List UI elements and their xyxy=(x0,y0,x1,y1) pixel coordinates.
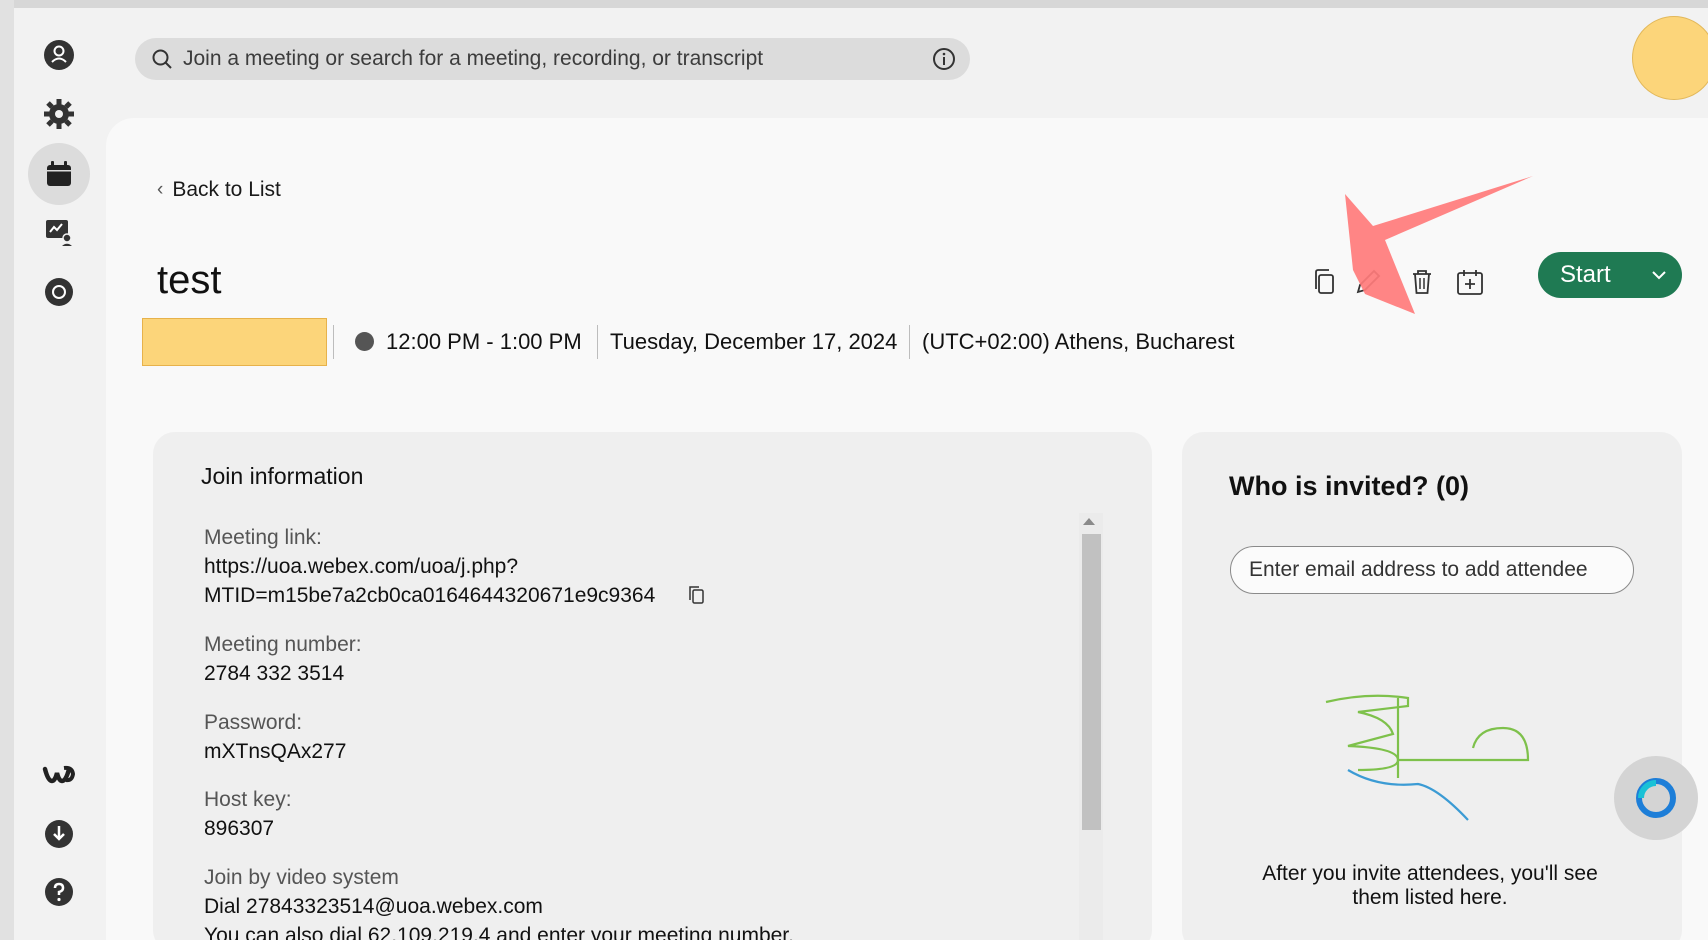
meeting-date: Tuesday, December 17, 2024 xyxy=(610,329,898,354)
annotation-arrow-icon xyxy=(1345,176,1533,314)
window-top-border xyxy=(0,0,1708,8)
meeting-title: test xyxy=(157,258,222,302)
copy-link-icon[interactable] xyxy=(686,584,708,606)
chevron-down-icon[interactable] xyxy=(1636,252,1682,298)
divider xyxy=(333,325,334,359)
empty-invitees-illustration-icon xyxy=(1325,694,1530,821)
download-icon xyxy=(45,820,73,848)
invitees-empty-note: After you invite attendees, you'll see t… xyxy=(1262,862,1598,909)
rail-settings-button[interactable] xyxy=(28,83,90,145)
join-information-title: Join information xyxy=(201,463,364,489)
video-system-extra: You can also dial 62.109.219.4 and enter… xyxy=(204,924,794,940)
password-value: mXTnsQAx277 xyxy=(204,740,347,763)
meeting-number-label: Meeting number: xyxy=(204,633,362,656)
meeting-timezone: (UTC+02:00) Athens, Bucharest xyxy=(922,329,1235,354)
video-system-value: Dial 27843323514@uoa.webex.com xyxy=(204,895,543,918)
scroll-up-arrow-icon[interactable] xyxy=(1083,518,1095,525)
search-icon xyxy=(152,49,172,69)
search-input[interactable] xyxy=(183,47,932,71)
whiteboard-icon xyxy=(46,220,74,247)
status-badge xyxy=(142,318,327,366)
video-system-label: Join by video system xyxy=(204,866,399,889)
join-information-card xyxy=(153,432,1152,940)
meeting-link-line1[interactable]: https://uoa.webex.com/uoa/j.php? xyxy=(204,555,518,579)
chevron-left-icon: ‹ xyxy=(157,179,164,200)
status-dot-icon xyxy=(355,332,374,351)
start-meeting-button[interactable]: Start xyxy=(1538,252,1682,298)
rail-help-button[interactable] xyxy=(28,861,90,923)
password-label: Password: xyxy=(204,711,303,734)
calendar-icon xyxy=(47,161,71,186)
meeting-time: 12:00 PM - 1:00 PM xyxy=(386,329,582,354)
divider xyxy=(909,325,910,359)
info-icon[interactable] xyxy=(932,47,956,71)
ai-assistant-button[interactable] xyxy=(1614,756,1698,840)
back-to-list-label: Back to List xyxy=(172,178,281,201)
rail-webex-button[interactable] xyxy=(28,743,90,805)
window-left-border xyxy=(0,0,14,940)
attendee-email-input[interactable] xyxy=(1230,546,1634,594)
host-key-label: Host key: xyxy=(204,788,292,811)
host-key-value: 896307 xyxy=(204,817,275,840)
back-to-list-link[interactable]: ‹ Back to List xyxy=(157,178,281,202)
invitees-title: Who is invited? (0) xyxy=(1229,471,1469,501)
person-icon xyxy=(44,40,74,70)
search-bar[interactable] xyxy=(135,38,970,80)
rail-profile-button[interactable] xyxy=(28,24,90,86)
meeting-link-label: Meeting link: xyxy=(204,526,322,549)
meeting-link-line2[interactable]: MTID=m15be7a2cb0ca0164644320671e9c9364 xyxy=(204,584,655,608)
record-icon xyxy=(45,278,73,306)
start-label: Start xyxy=(1560,261,1611,288)
rail-download-button[interactable] xyxy=(28,803,90,865)
help-icon xyxy=(45,878,73,906)
webex-logo-icon xyxy=(42,765,76,784)
assistant-icon xyxy=(1636,778,1676,818)
avatar[interactable] xyxy=(1632,16,1708,100)
rail-recordings-button[interactable] xyxy=(28,261,90,323)
gear-icon xyxy=(44,99,74,129)
divider xyxy=(597,325,598,359)
meeting-number-value: 2784 332 3514 xyxy=(204,662,345,685)
rail-whiteboard-button[interactable] xyxy=(28,201,90,263)
scrollbar-thumb[interactable] xyxy=(1082,534,1101,830)
rail-meetings-button[interactable] xyxy=(28,143,90,205)
